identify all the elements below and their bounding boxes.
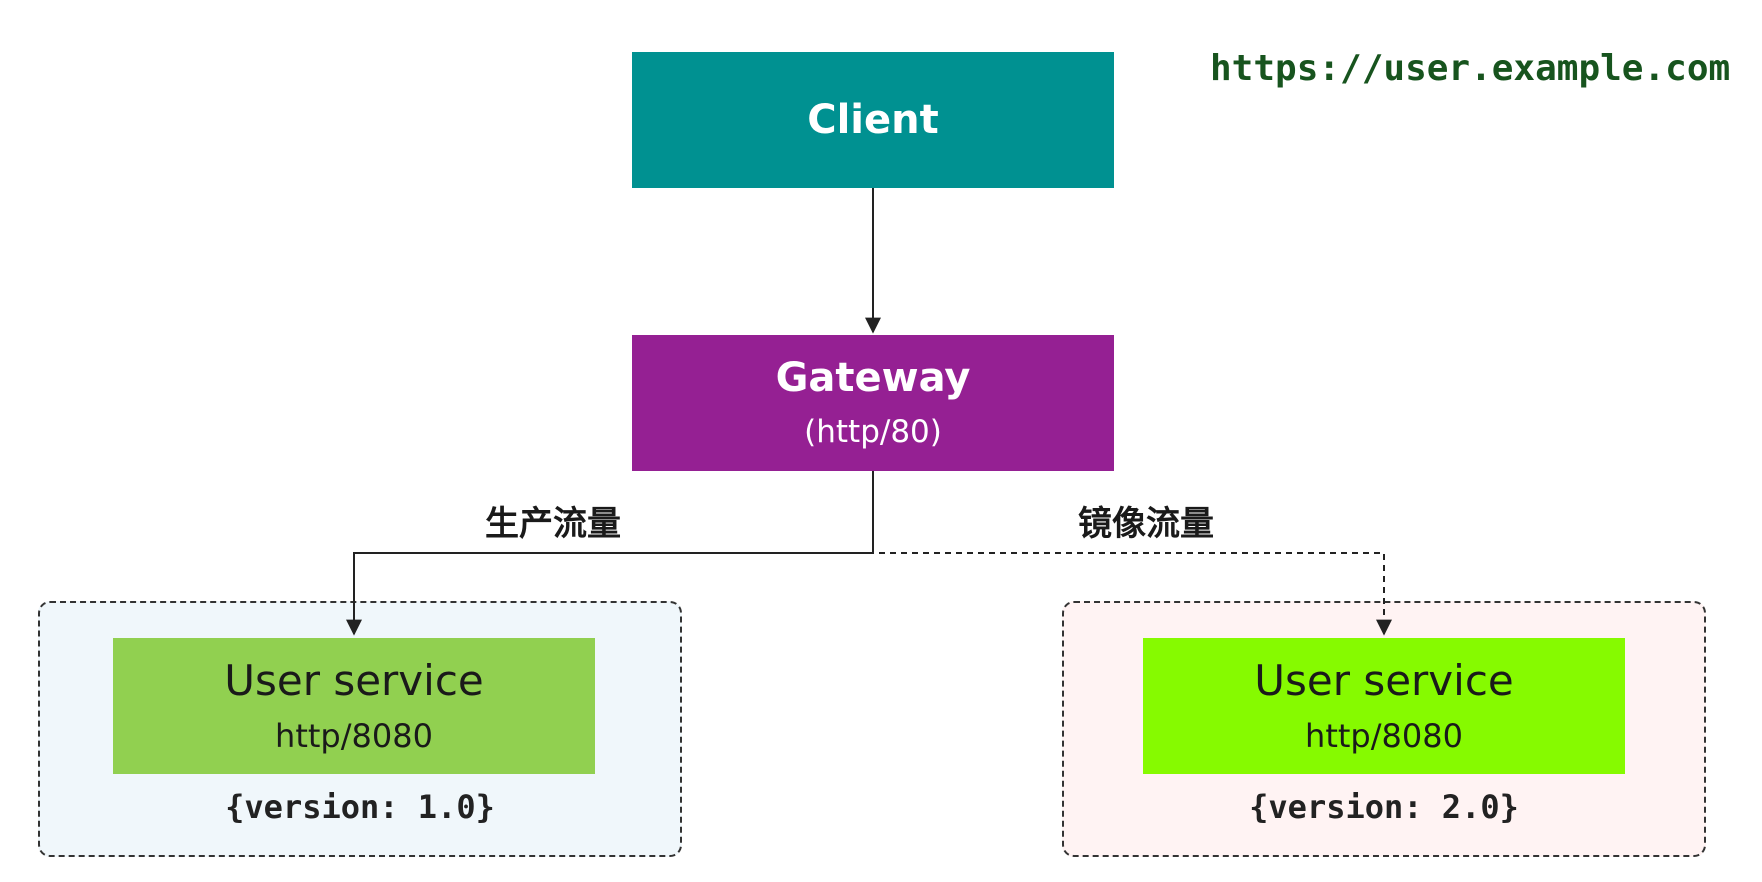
service-port: http/8080 [1305,717,1463,755]
client-node: Client [632,52,1114,188]
version-label-v2: {version: 2.0} [1249,788,1519,826]
service-port: http/8080 [275,717,433,755]
gateway-label: Gateway [775,355,971,401]
client-label: Client [807,97,939,143]
gateway-node: Gateway (http/80) [632,335,1114,471]
production-traffic-label: 生产流量 [485,504,621,544]
gateway-port: (http/80) [804,414,942,450]
service-label: User service [224,656,484,705]
user-service-v2: User service http/8080 [1143,638,1625,774]
version-label-v1: {version: 1.0} [225,788,495,826]
user-service-v1: User service http/8080 [113,638,595,774]
url-label: https://user.example.com [1210,48,1731,89]
service-label: User service [1254,656,1514,705]
mirror-traffic-label: 镜像流量 [1078,504,1214,544]
